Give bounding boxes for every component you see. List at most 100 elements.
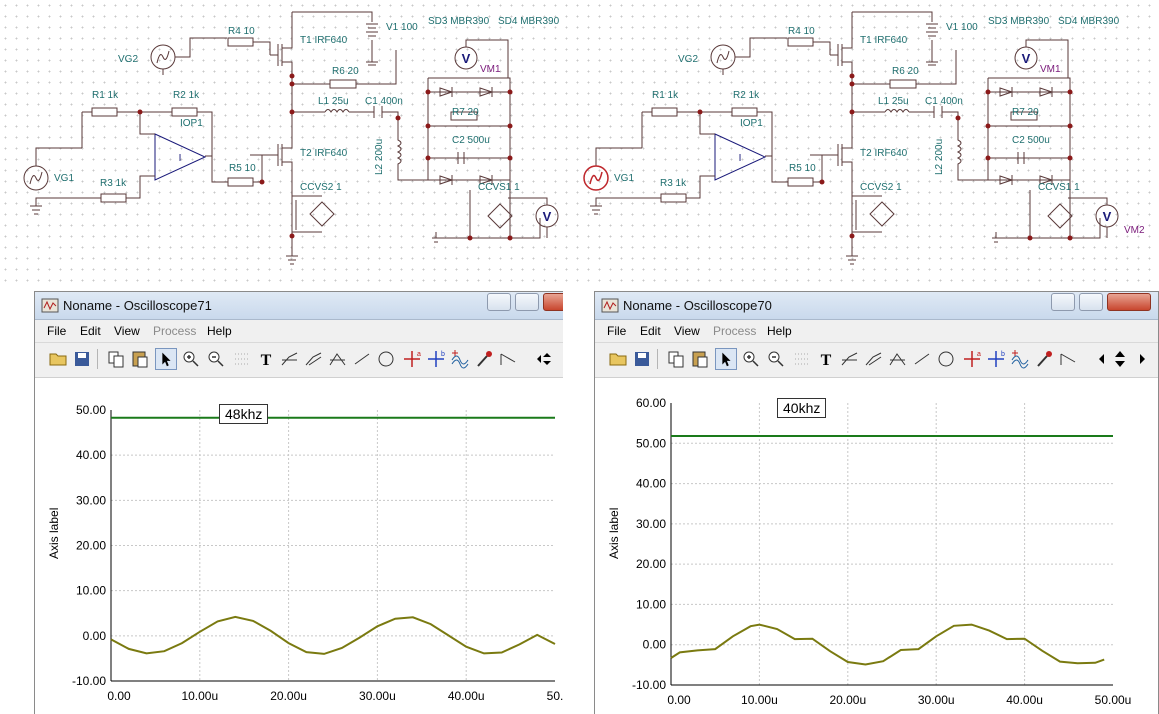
oscilloscope-app-icon xyxy=(601,298,619,313)
y-axis-label: Axis label xyxy=(607,507,621,559)
maximize-button[interactable] xyxy=(1079,293,1103,311)
cursor-a-marker-icon[interactable]: a xyxy=(401,348,423,370)
label-r1: R1 1k xyxy=(92,90,119,101)
scroll-arrows-icon[interactable] xyxy=(531,348,553,370)
zoom-in-icon[interactable] xyxy=(740,348,762,370)
cursor-a-icon[interactable] xyxy=(839,348,861,370)
svg-text:b: b xyxy=(1001,351,1005,358)
scroll-updown-icon[interactable] xyxy=(1109,348,1131,370)
label-vg2: VG2 xyxy=(118,54,139,65)
text-tool-icon[interactable]: T xyxy=(255,348,277,370)
label-c1: C1 400n xyxy=(925,96,963,107)
circle-tool-icon[interactable] xyxy=(375,348,397,370)
open-folder-icon[interactable] xyxy=(607,348,629,370)
label-r2: R2 1k xyxy=(173,90,200,101)
label-vm2: VM2 xyxy=(1124,225,1145,236)
cursor-b-marker-icon[interactable]: b xyxy=(425,348,447,370)
copy-icon[interactable] xyxy=(105,348,127,370)
pointer-select-icon[interactable] xyxy=(715,348,737,370)
save-icon[interactable] xyxy=(631,348,653,370)
menu-process[interactable]: Process xyxy=(153,324,196,338)
grid-dots-icon[interactable] xyxy=(231,348,253,370)
slope-icon[interactable] xyxy=(1057,348,1079,370)
x-tick-label: 30.00u xyxy=(359,689,396,703)
menu-file[interactable]: File xyxy=(47,324,66,338)
menu-view[interactable]: View xyxy=(674,324,700,338)
close-button[interactable] xyxy=(1107,293,1151,311)
y-tick-label: 30.00 xyxy=(636,517,666,531)
cursor-a-icon[interactable] xyxy=(279,348,301,370)
menu-file[interactable]: File xyxy=(607,324,626,338)
label-sd3: SD3 MBR390 xyxy=(428,16,490,27)
minimize-button[interactable] xyxy=(1051,293,1075,311)
label-vm1: VM1 xyxy=(1040,64,1061,75)
label-r6: R6 20 xyxy=(332,66,359,77)
measure-curve-icon[interactable] xyxy=(887,348,909,370)
add-trace-icon[interactable] xyxy=(1009,348,1031,370)
svg-text:T: T xyxy=(821,352,832,369)
y-tick-label: 50.00 xyxy=(76,403,106,417)
oscilloscope-plot-2[interactable]: 60.0050.0040.0030.0020.0010.000.00-10.00… xyxy=(595,378,1159,714)
text-tool-icon[interactable]: T xyxy=(815,348,837,370)
x-tick-label: 20.00u xyxy=(270,689,307,703)
label-r3: R3 1k xyxy=(660,178,687,189)
line-tool-icon[interactable] xyxy=(351,348,373,370)
menu-bar: File Edit View Process Help xyxy=(595,320,1158,343)
zoom-out-icon[interactable] xyxy=(765,348,787,370)
circle-tool-icon[interactable] xyxy=(935,348,957,370)
slope-icon[interactable] xyxy=(497,348,519,370)
label-sd3: SD3 MBR390 xyxy=(988,16,1050,27)
zoom-in-icon[interactable] xyxy=(180,348,202,370)
probe-icon[interactable] xyxy=(473,348,495,370)
paste-icon[interactable] xyxy=(129,348,151,370)
label-t1: T1 IRF640 xyxy=(860,35,908,46)
label-sd4: SD4 MBR390 xyxy=(1058,16,1120,27)
probe-icon[interactable] xyxy=(1033,348,1055,370)
close-button[interactable] xyxy=(543,293,563,311)
y-tick-label: -10.00 xyxy=(72,674,106,688)
open-folder-icon[interactable] xyxy=(47,348,69,370)
line-tool-icon[interactable] xyxy=(911,348,933,370)
grid-dots-icon[interactable] xyxy=(791,348,813,370)
plot-area[interactable]: 60.00 50.00 40.00 30.00 20.00 10.00 0.00 -10.00… xyxy=(595,378,1158,714)
cursor-b-icon[interactable] xyxy=(303,348,325,370)
menu-edit[interactable]: Edit xyxy=(640,324,661,338)
x-tick-label: 20.00u xyxy=(829,693,866,707)
cursor-a-marker-icon[interactable]: a xyxy=(961,348,983,370)
label-c1: C1 400n xyxy=(365,96,403,107)
title-bar[interactable]: Noname - Oscilloscope71 xyxy=(35,292,563,320)
menu-help[interactable]: Help xyxy=(767,324,792,338)
label-r4: R4 10 xyxy=(788,26,815,37)
copy-icon[interactable] xyxy=(665,348,687,370)
pointer-select-icon[interactable] xyxy=(155,348,177,370)
y-axis-label: Axis label xyxy=(47,507,61,559)
save-icon[interactable] xyxy=(71,348,93,370)
menu-edit[interactable]: Edit xyxy=(80,324,101,338)
plot-area[interactable]: 50.00 40.00 30.00 20.00 10.00 0.00 -10.00 0.00 1… xyxy=(35,378,563,714)
add-trace-icon[interactable] xyxy=(449,348,471,370)
scroll-right-icon[interactable] xyxy=(1131,348,1153,370)
schematic-1-labels: R4 10 T1 IRF640 V1 100 SD3 MBR390 SD4 MB… xyxy=(0,0,580,290)
zoom-out-icon[interactable] xyxy=(205,348,227,370)
oscilloscope-plot-1[interactable]: 50.0040.0030.0020.0010.000.00-10.000.00 1… xyxy=(35,378,563,714)
y-tick-label: 40.00 xyxy=(76,448,106,462)
y-tick-label: 10.00 xyxy=(636,597,666,611)
label-l2: L2 200u xyxy=(934,138,945,175)
menu-help[interactable]: Help xyxy=(207,324,232,338)
y-tick-label: -10.00 xyxy=(632,678,666,692)
title-bar[interactable]: Noname - Oscilloscope70 xyxy=(595,292,1158,320)
y-tick-label: 50.00 xyxy=(636,436,666,450)
menu-view[interactable]: View xyxy=(114,324,140,338)
label-t1: T1 IRF640 xyxy=(300,35,348,46)
label-vm1: VM1 xyxy=(480,64,501,75)
paste-icon[interactable] xyxy=(689,348,711,370)
cursor-b-marker-icon[interactable]: b xyxy=(985,348,1007,370)
x-tick-label: 10.00u xyxy=(181,689,218,703)
measure-curve-icon[interactable] xyxy=(327,348,349,370)
y-tick-label: 10.00 xyxy=(76,584,106,598)
minimize-button[interactable] xyxy=(487,293,511,311)
cursor-b-icon[interactable] xyxy=(863,348,885,370)
maximize-button[interactable] xyxy=(515,293,539,311)
menu-process[interactable]: Process xyxy=(713,324,756,338)
window-title: Noname - Oscilloscope71 xyxy=(63,298,212,313)
